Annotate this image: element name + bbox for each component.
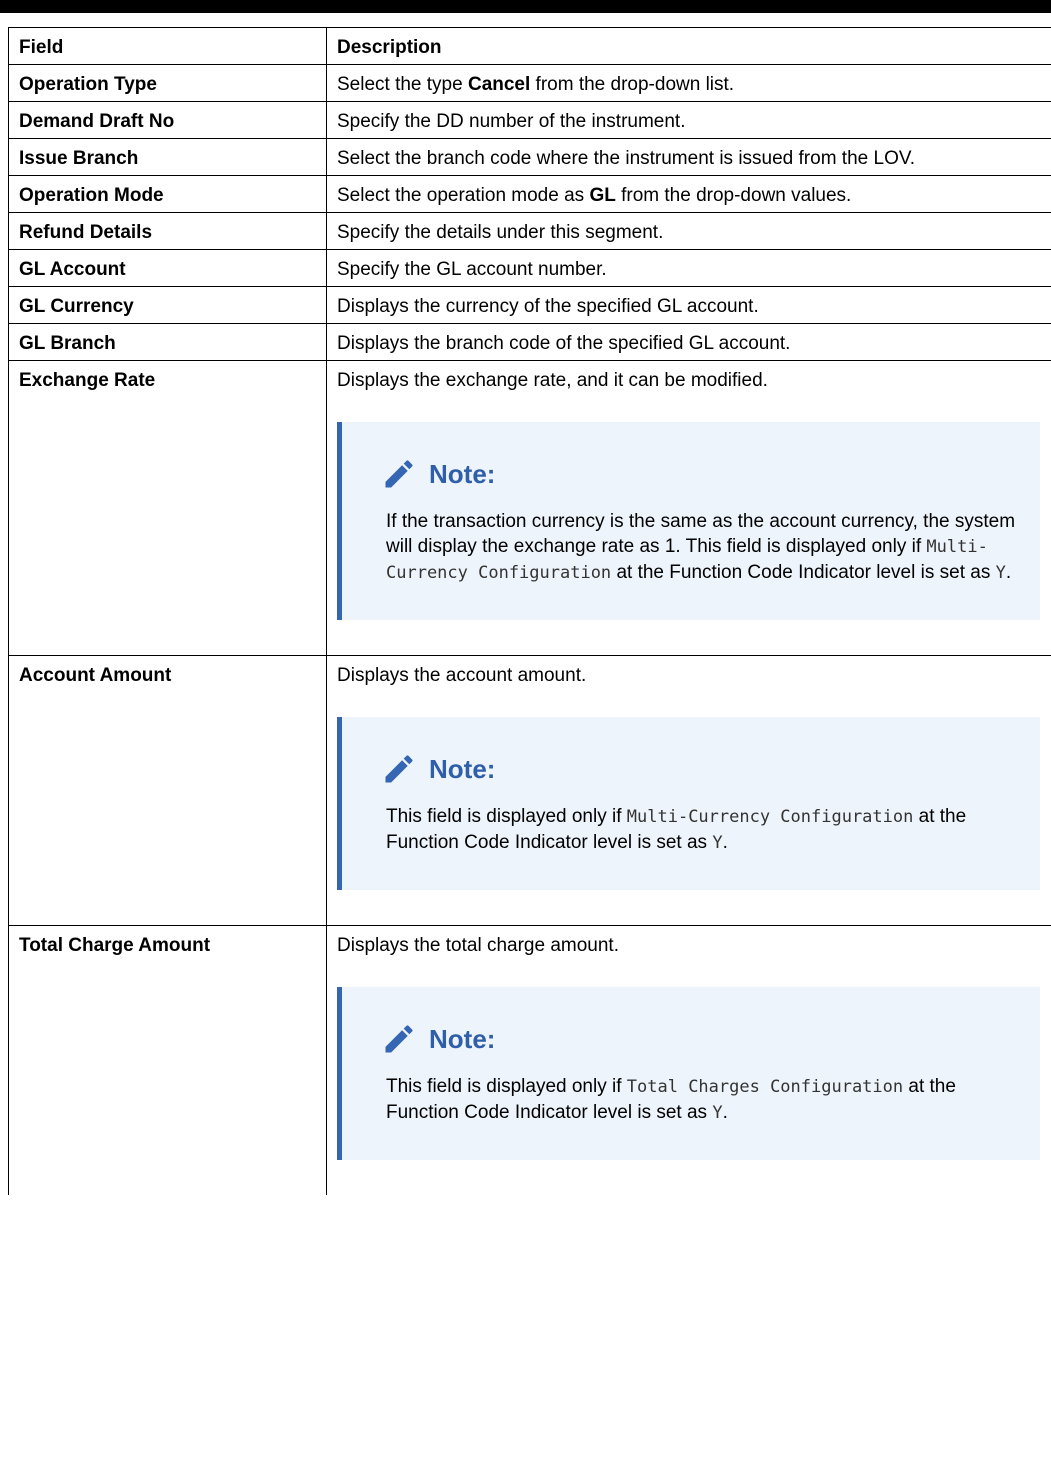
table-row: GL Branch Displays the branch code of th… [8,323,1051,361]
note-text: This field is displayed only if [386,1076,627,1097]
field-description: Displays the exchange rate, and it can b… [326,360,1051,656]
field-description: Specify the DD number of the instrument. [326,101,1051,139]
note-body: This field is displayed only if Total Ch… [381,1074,1020,1126]
note-box: Note: This field is displayed only if To… [337,987,1040,1160]
field-description-table: Field Description Operation Type Select … [8,27,1051,1195]
desc-bold: Cancel [467,74,531,95]
field-name: Demand Draft No [8,101,327,139]
note-text: If the transaction currency is the same … [386,511,1016,557]
note-title: Note: [429,459,496,489]
table-row: GL Currency Displays the currency of the… [8,286,1051,324]
note-header: Note: [381,751,1020,787]
code-text: Y [712,1103,723,1123]
note-header: Note: [381,456,1020,492]
field-name: Operation Mode [8,175,327,213]
table-row: Exchange Rate Displays the exchange rate… [8,360,1051,656]
table-row: GL Account Specify the GL account number… [8,249,1051,287]
table-row: Refund Details Specify the details under… [8,212,1051,250]
table-row: Total Charge Amount Displays the total c… [8,925,1051,1195]
note-header: Note: [381,1021,1020,1057]
table-row: Account Amount Displays the account amou… [8,655,1051,926]
pencil-icon [385,460,413,488]
desc-text: from the drop-down values. [615,185,852,206]
pencil-icon [385,1025,413,1053]
field-name: Issue Branch [8,138,327,176]
field-description: Select the branch code where the instrum… [326,138,1051,176]
field-name: GL Branch [8,323,327,361]
desc-text: Select the operation mode as [337,185,590,206]
note-text: . [722,1102,728,1123]
header-field: Field [8,27,327,65]
field-name: Operation Type [8,64,327,102]
field-description: Displays the currency of the specified G… [326,286,1051,324]
top-rule [0,0,1051,13]
desc-text: Displays the total charge amount. [337,935,619,956]
note-text: . [722,832,728,853]
desc-text: Displays the exchange rate, and it can b… [337,370,768,391]
note-title: Note: [429,754,496,784]
desc-text: from the drop-down list. [530,74,735,95]
field-name: Refund Details [8,212,327,250]
table-row: Demand Draft No Specify the DD number of… [8,101,1051,139]
table-row: Operation Type Select the type Cancel fr… [8,64,1051,102]
field-description: Displays the branch code of the specifie… [326,323,1051,361]
note-body: If the transaction currency is the same … [381,509,1020,586]
note-text: This field is displayed only if [386,806,627,827]
note-body: This field is displayed only if Multi-Cu… [381,804,1020,856]
field-description: Specify the GL account number. [326,249,1051,287]
code-text: Y [712,833,723,853]
header-description: Description [326,27,1051,65]
field-name: Total Charge Amount [8,925,327,1195]
desc-text: Select the type [337,74,468,95]
field-name: GL Currency [8,286,327,324]
field-name: Account Amount [8,655,327,926]
pencil-icon [385,755,413,783]
desc-text: Displays the account amount. [337,665,587,686]
field-description: Specify the details under this segment. [326,212,1051,250]
desc-bold: GL [589,185,616,206]
code-text: Total Charges Configuration [626,1077,904,1097]
field-description: Select the operation mode as GL from the… [326,175,1051,213]
note-box: Note: This field is displayed only if Mu… [337,717,1040,890]
field-name: GL Account [8,249,327,287]
field-name: Exchange Rate [8,360,327,656]
note-text: at the Function Code Indicator level is … [611,562,996,583]
table-row: Issue Branch Select the branch code wher… [8,138,1051,176]
table-header-row: Field Description [8,27,1051,65]
code-text: Multi-Currency Configuration [626,807,914,827]
table-row: Operation Mode Select the operation mode… [8,175,1051,213]
field-description: Displays the total charge amount. Note: … [326,925,1051,1195]
note-text: . [1005,562,1012,583]
code-text: Y [995,563,1006,583]
note-box: Note: If the transaction currency is the… [337,422,1040,620]
note-title: Note: [429,1024,496,1054]
field-description: Displays the account amount. Note: This … [326,655,1051,926]
field-description: Select the type Cancel from the drop-dow… [326,64,1051,102]
